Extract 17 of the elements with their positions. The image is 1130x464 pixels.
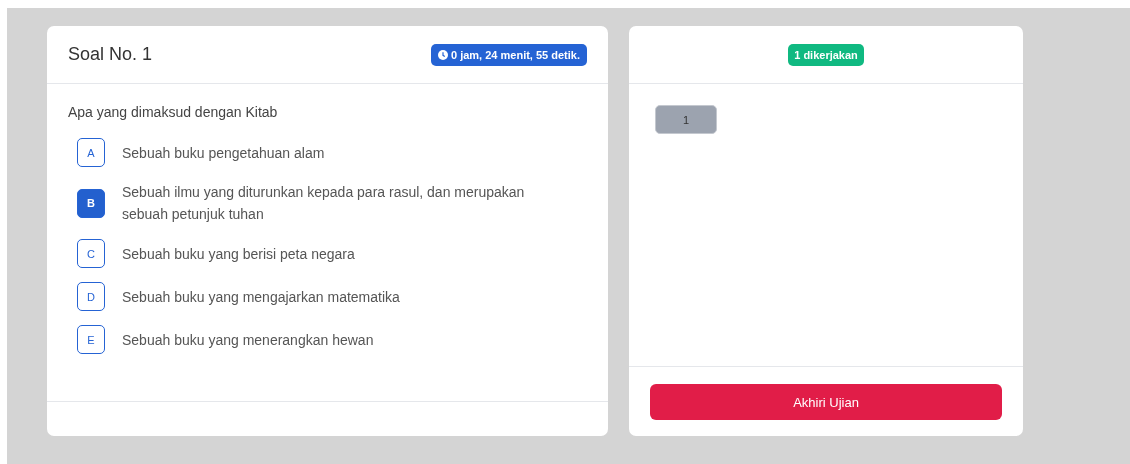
option-text[interactable]: Sebuah buku yang menerangkan hewan — [122, 328, 374, 351]
option-text[interactable]: Sebuah buku yang berisi peta negara — [122, 242, 355, 265]
clock-icon — [438, 49, 448, 60]
option-text[interactable]: Sebuah ilmu yang diturunkan kepada para rasul, dan merupakan sebuah petunjuk tuhan — [122, 181, 562, 225]
question-text: Apa yang dimaksud dengan Kitab — [68, 104, 279, 120]
option-letter[interactable]: D — [77, 282, 105, 311]
answered-badge: 1 dikerjakan — [788, 43, 864, 66]
option-text[interactable]: Sebuah buku yang mengajarkan matematika — [122, 285, 400, 308]
question-number-button[interactable]: 1 — [655, 105, 717, 134]
question-title: Soal No. 1 — [68, 44, 153, 65]
option-letter[interactable]: E — [77, 325, 105, 354]
option-letter[interactable]: C — [77, 239, 105, 268]
option-letter[interactable]: B — [77, 188, 105, 218]
finish-exam-button[interactable]: Akhiri Ujian — [650, 384, 1002, 420]
option-text[interactable]: Sebuah buku pengetahuan alam — [122, 141, 325, 164]
option-letter[interactable]: A — [77, 138, 105, 167]
timer-text: 0 jam, 24 menit, 55 detik. — [451, 48, 580, 61]
